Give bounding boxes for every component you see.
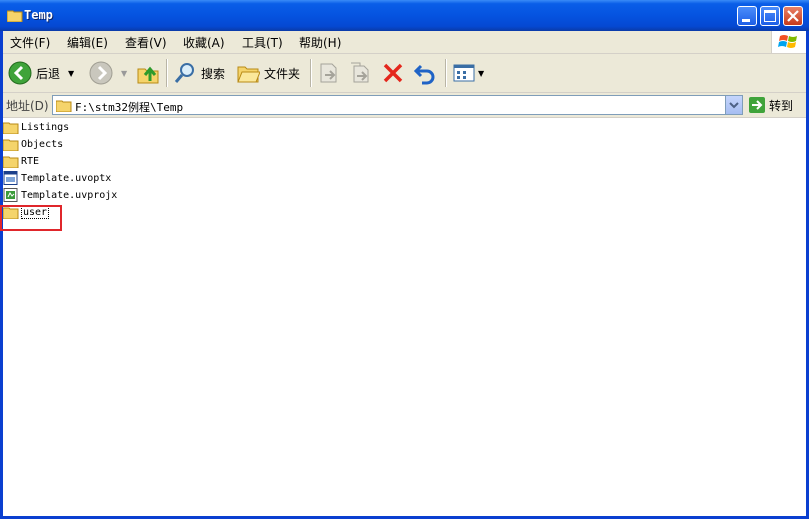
- list-item[interactable]: Listings: [3, 119, 69, 135]
- search-label: 搜索: [201, 66, 226, 81]
- menu-tools[interactable]: 工具(T): [242, 34, 283, 51]
- menu-edit[interactable]: 编辑(E): [67, 34, 108, 51]
- undo-icon: [413, 64, 435, 85]
- folder-icon: [3, 156, 19, 168]
- address-label: 地址(D): [6, 99, 49, 113]
- toolbar-separator: [166, 59, 168, 87]
- file-name: Template.uvoptx: [21, 172, 112, 184]
- back-button[interactable]: 后退 ▼: [8, 60, 74, 86]
- forward-arrow-icon: [89, 61, 113, 85]
- maximize-button[interactable]: [760, 6, 780, 26]
- folders-icon: [237, 66, 260, 83]
- close-button[interactable]: [783, 6, 803, 26]
- file-name: Template.uvprojx: [21, 189, 118, 201]
- back-dropdown-icon[interactable]: ▼: [68, 69, 74, 78]
- highlight-box: [0, 205, 62, 231]
- go-label: 转到: [769, 98, 794, 113]
- back-arrow-icon: [8, 61, 32, 85]
- minimize-button[interactable]: [737, 6, 757, 26]
- folder-icon: [3, 139, 19, 151]
- address-bar: 地址(D) F:\stm32例程\Temp 转到: [3, 93, 806, 118]
- delete-button[interactable]: [381, 60, 405, 86]
- uvoptx-file-icon: [3, 171, 18, 185]
- close-icon: [787, 10, 799, 22]
- folder-icon: [56, 100, 72, 112]
- move-to-button[interactable]: [317, 60, 341, 86]
- menu-file[interactable]: 文件(F): [10, 34, 50, 51]
- address-input[interactable]: F:\stm32例程\Temp: [52, 95, 743, 115]
- up-folder-button[interactable]: [136, 60, 160, 86]
- file-name: Objects: [21, 138, 64, 150]
- folders-button[interactable]: 文件夹: [236, 60, 300, 86]
- menu-help[interactable]: 帮助(H): [299, 34, 341, 51]
- copy-to-icon: [351, 62, 369, 83]
- title-bar[interactable]: Temp: [0, 0, 809, 31]
- toolbar-separator: [445, 59, 447, 87]
- file-name: RTE: [21, 155, 40, 167]
- list-item[interactable]: RTE: [3, 153, 39, 169]
- back-label: 后退: [36, 66, 61, 81]
- folders-label: 文件夹: [264, 66, 301, 81]
- file-name: Listings: [21, 121, 70, 133]
- list-item[interactable]: Objects: [3, 136, 63, 152]
- address-dropdown-button[interactable]: [725, 96, 742, 114]
- file-list: Listings Objects RTE Template.uvoptx Tem…: [3, 118, 806, 516]
- forward-dropdown-icon[interactable]: ▼: [121, 69, 127, 78]
- folder-icon: [3, 122, 19, 134]
- move-to-icon: [320, 63, 337, 83]
- list-item[interactable]: Template.uvoptx: [3, 170, 111, 186]
- client-area: 文件(F) 编辑(E) 查看(V) 收藏(A) 工具(T) 帮助(H) 后退 ▼…: [0, 31, 806, 516]
- search-icon: [174, 63, 194, 83]
- forward-button[interactable]: ▼: [89, 60, 127, 86]
- toolbar-separator: [310, 59, 312, 87]
- list-item[interactable]: Template.uvprojx: [3, 187, 117, 203]
- explorer-window: Temp 文件(F) 编辑(E) 查看(V) 收藏(A) 工具(T) 帮助(H): [0, 0, 809, 519]
- go-button[interactable]: 转到: [748, 95, 793, 115]
- menu-favorites[interactable]: 收藏(A): [183, 34, 225, 51]
- search-button[interactable]: 搜索: [173, 60, 225, 86]
- views-dropdown-icon[interactable]: ▼: [478, 69, 484, 78]
- copy-to-button[interactable]: [348, 60, 372, 86]
- window-title: Temp: [24, 8, 53, 22]
- uvprojx-file-icon: [3, 188, 18, 202]
- undo-button[interactable]: [413, 60, 437, 86]
- address-value: F:\stm32例程\Temp: [75, 101, 184, 114]
- windows-logo-icon: [771, 31, 806, 53]
- chevron-down-icon: [729, 102, 739, 109]
- toolbar: 后退 ▼ ▼ 搜索 文件夹 ▼: [3, 54, 806, 93]
- views-button[interactable]: ▼: [452, 60, 484, 86]
- up-folder-icon: [137, 66, 159, 84]
- views-icon: [453, 64, 475, 82]
- folder-icon: [7, 10, 23, 22]
- menu-view[interactable]: 查看(V): [125, 34, 167, 51]
- menu-bar: 文件(F) 编辑(E) 查看(V) 收藏(A) 工具(T) 帮助(H): [3, 31, 806, 54]
- go-arrow-icon: [749, 97, 765, 113]
- delete-icon: [383, 63, 403, 83]
